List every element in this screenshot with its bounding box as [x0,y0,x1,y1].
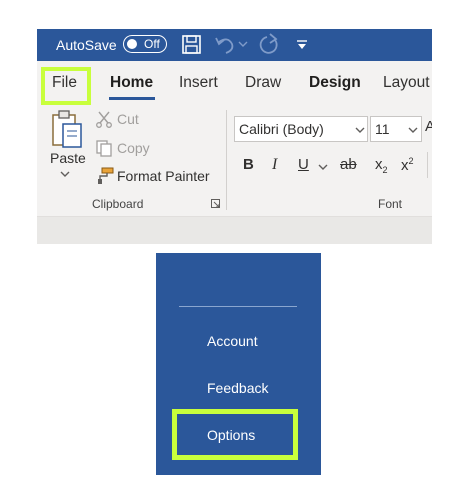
cut-icon[interactable] [95,110,113,128]
group-separator [226,110,227,210]
undo-icon[interactable] [213,34,237,56]
autosave-state: Off [144,37,160,51]
backstage-item-feedback[interactable]: Feedback [207,380,268,396]
tab-home[interactable]: Home [110,74,153,92]
underline-dropdown-icon[interactable] [318,163,328,171]
copy-icon[interactable] [95,139,113,157]
paste-dropdown-icon[interactable] [60,170,70,178]
redo-icon[interactable] [257,33,281,57]
format-separator [427,152,428,178]
subscript-button[interactable]: x2 [375,156,388,175]
superscript-digit: 2 [408,156,414,166]
copy-label[interactable]: Copy [117,140,150,156]
font-size-select[interactable]: 11 [370,116,422,142]
font-name-select[interactable]: Calibri (Body) [234,116,368,142]
subscript-digit: 2 [382,165,388,175]
file-tab-highlight [41,67,91,105]
clipboard-group-label: Clipboard [92,197,144,211]
autosave-toggle-knob [127,39,137,49]
strikethrough-button[interactable]: ab [340,156,357,173]
document-area-band [37,217,432,244]
underline-button[interactable]: U [298,156,309,173]
customize-toolbar-icon[interactable] [296,39,308,51]
clipboard-launcher-icon[interactable] [211,199,221,209]
font-size-value: 11 [375,121,390,137]
autosave-label: AutoSave [56,37,117,53]
tab-design[interactable]: Design [309,74,361,92]
paste-icon[interactable] [50,109,84,149]
subscript-x: x [375,156,383,173]
tab-insert[interactable]: Insert [179,74,218,92]
italic-button[interactable]: I [272,156,277,174]
format-painter-label[interactable]: Format Painter [117,168,210,184]
save-icon[interactable] [181,34,203,56]
grow-font-icon[interactable]: A [425,118,432,135]
font-group-label: Font [378,197,403,211]
bold-button[interactable]: B [243,156,254,173]
backstage-item-account[interactable]: Account [207,333,258,349]
format-painter-icon[interactable] [95,166,115,184]
font-size-dropdown-icon [408,127,418,133]
superscript-x: x [401,157,409,174]
cut-label[interactable]: Cut [117,111,139,127]
superscript-button[interactable]: x2 [401,156,414,174]
tab-layout[interactable]: Layout [383,74,432,92]
options-highlight [172,409,298,460]
tab-draw[interactable]: Draw [245,74,281,92]
active-tab-indicator [109,97,155,100]
font-name-dropdown-icon [355,127,365,133]
undo-dropdown-icon[interactable] [238,40,248,48]
font-name-value: Calibri (Body) [239,121,324,137]
ribbon-tabs [37,61,432,106]
paste-label[interactable]: Paste [50,150,86,166]
backstage-divider [179,306,297,307]
